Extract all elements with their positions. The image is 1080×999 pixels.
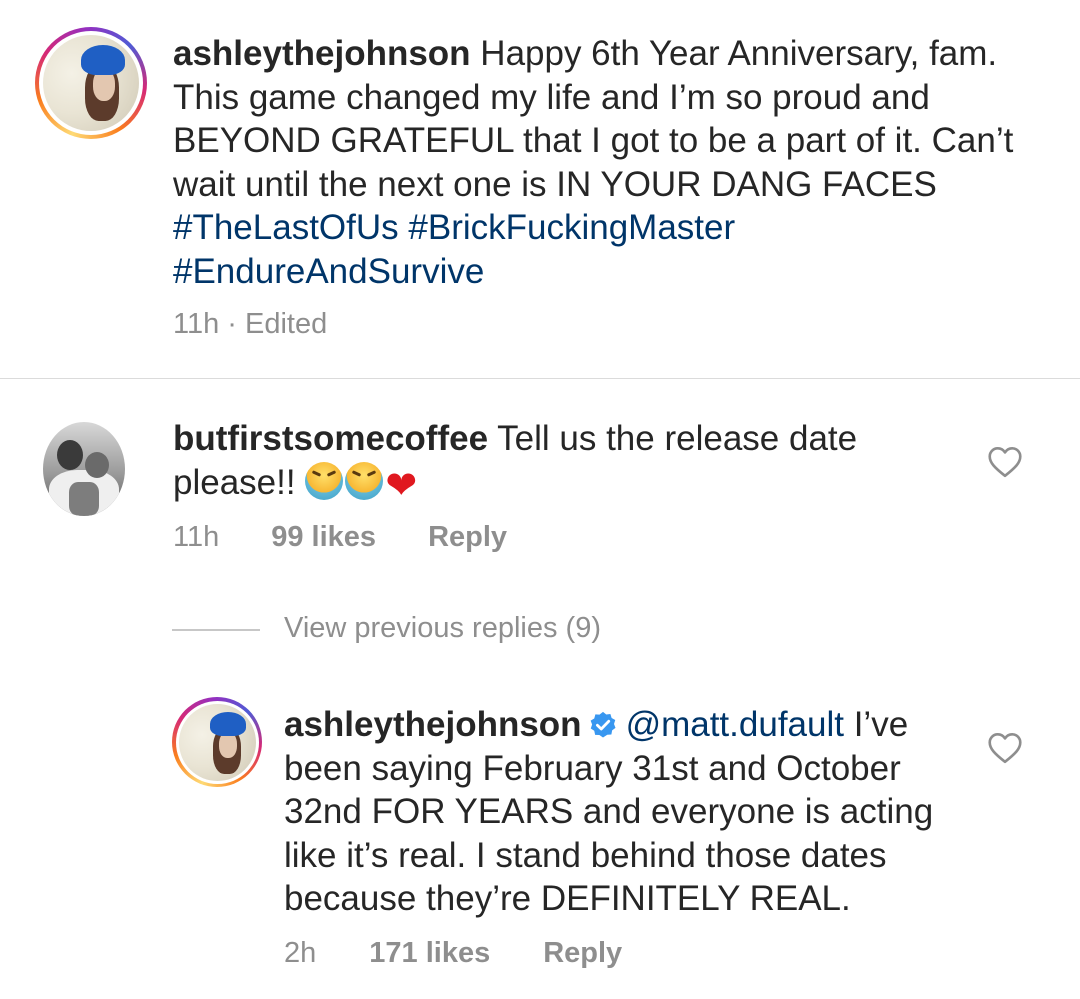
comment-reply-button[interactable]: Reply <box>428 521 507 554</box>
view-previous-replies-button[interactable]: View previous replies (9) <box>284 612 601 645</box>
replies-line <box>172 629 260 631</box>
hashtag-thelastofus[interactable]: #TheLastOfUs <box>173 208 399 247</box>
commenter-avatar[interactable] <box>43 422 125 516</box>
tired-face-emoji <box>305 462 344 500</box>
reply-reply-button[interactable]: Reply <box>543 937 622 970</box>
reply-text: ashleythejohnson @matt.dufault I’ve been … <box>284 703 964 921</box>
comments-screen: ashleythejohnson Happy 6th Year Annivers… <box>0 0 1080 999</box>
comment-time: 11h <box>173 521 220 553</box>
tired-face-emoji <box>345 462 384 500</box>
avatar-photo <box>43 35 139 131</box>
reply-likes[interactable]: 171 likes <box>369 937 490 970</box>
reply-mention[interactable]: @matt.dufault <box>626 705 844 744</box>
reply-author-avatar[interactable] <box>172 697 262 787</box>
comment-text: butfirstsomecoffee Tell us the release d… <box>173 417 973 507</box>
divider <box>0 378 1080 379</box>
comment-likes[interactable]: 99 likes <box>271 521 376 554</box>
comment-username[interactable]: butfirstsomecoffee <box>173 419 488 458</box>
caption-meta: 11h · Edited <box>173 308 328 340</box>
avatar-photo <box>178 703 256 781</box>
reply-time: 2h <box>284 937 317 969</box>
comment-meta: 11h 99 likes Reply <box>173 521 507 554</box>
caption-author-avatar[interactable] <box>35 27 147 139</box>
hashtag-brickfuckingmaster[interactable]: #BrickFuckingMaster <box>408 208 735 247</box>
like-comment-heart-icon[interactable] <box>987 446 1023 478</box>
reply-username[interactable]: ashleythejohnson <box>284 705 582 744</box>
verified-badge-icon <box>590 711 616 738</box>
caption-username[interactable]: ashleythejohnson <box>173 34 471 73</box>
red-heart-emoji: ❤ <box>385 463 418 507</box>
hashtag-endureandsurvive[interactable]: #EndureAndSurvive <box>173 252 484 291</box>
like-reply-heart-icon[interactable] <box>987 732 1023 764</box>
reply-meta: 2h 171 likes Reply <box>284 937 622 970</box>
post-caption: ashleythejohnson Happy 6th Year Annivers… <box>0 0 1080 379</box>
caption-text: ashleythejohnson Happy 6th Year Annivers… <box>173 32 1053 293</box>
